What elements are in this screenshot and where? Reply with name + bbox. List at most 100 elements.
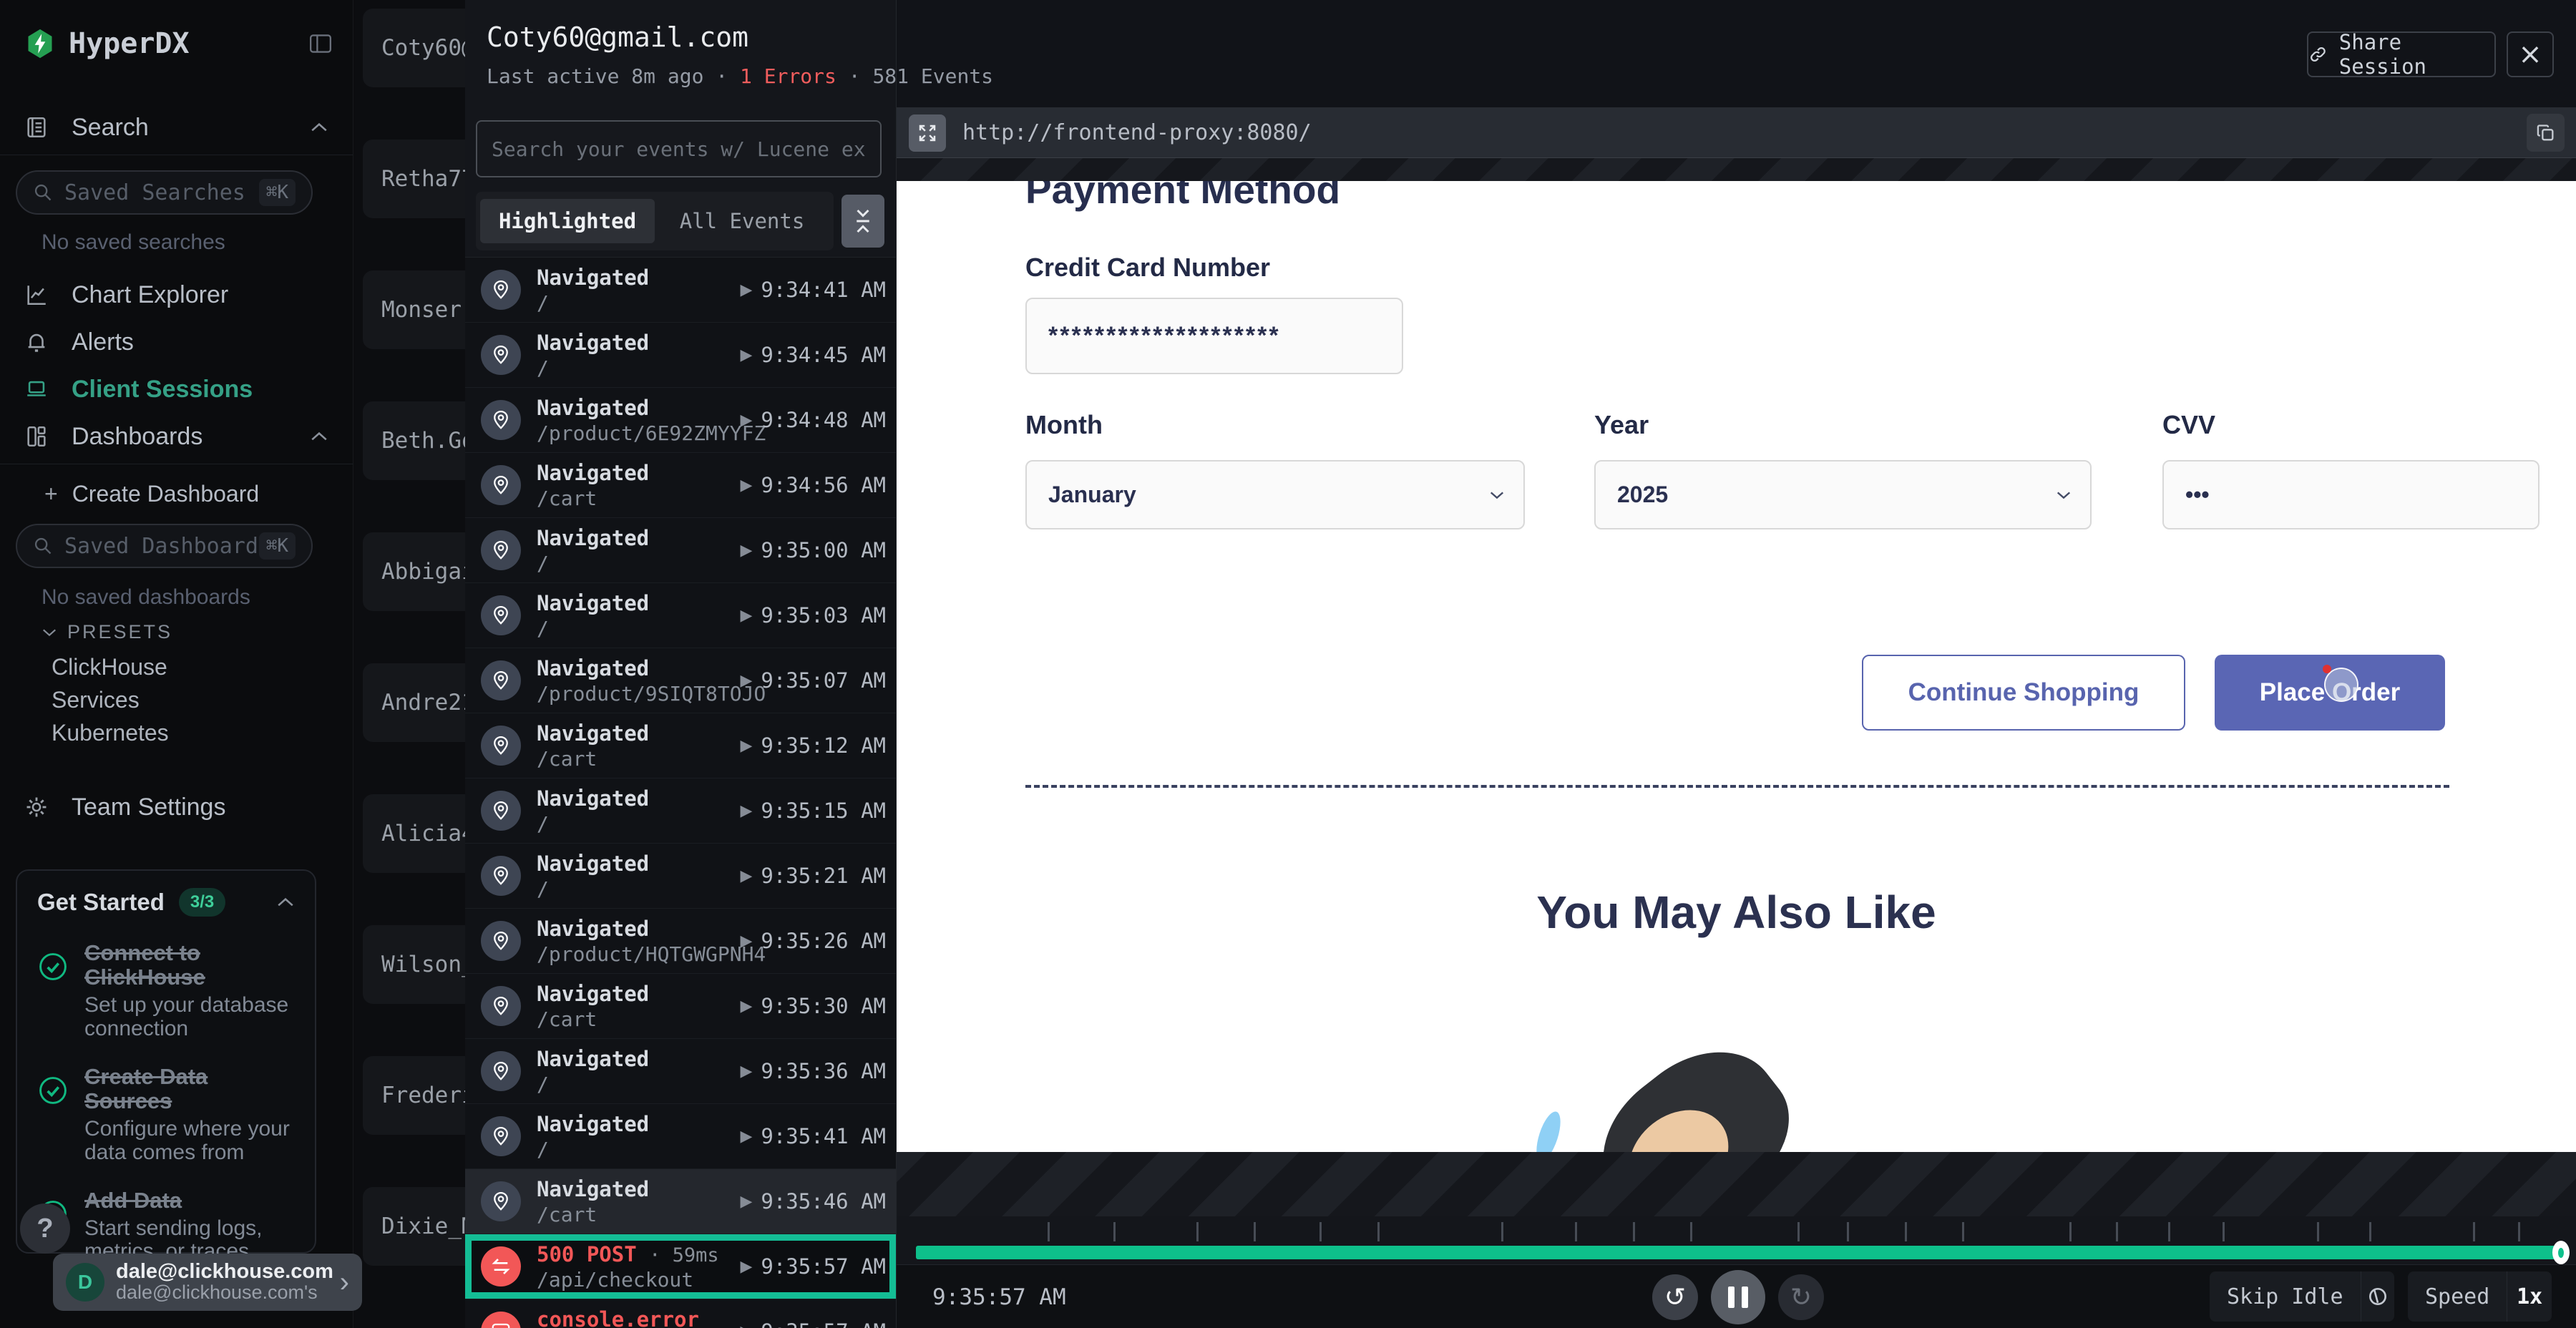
continue-shopping-button[interactable]: Continue Shopping [1862,655,2185,731]
saved-searches-input[interactable] [64,180,259,205]
get-started-step[interactable]: Add DataStart sending logs, metrics, or … [37,1188,295,1264]
replay-mouse-cursor [2324,668,2358,702]
session-card[interactable]: Retha77@ [363,140,465,218]
get-started-card: Get Started 3/3 Connect to ClickHouseSet… [16,869,316,1254]
timeline-tick [1196,1222,1199,1241]
event-row[interactable]: Navigated/▶9:35:21 AM [465,844,896,909]
sidebar-item-search[interactable]: Search [0,107,353,147]
chevron-up-icon[interactable] [276,897,295,908]
event-time[interactable]: ▶9:35:15 AM [740,799,886,823]
event-row[interactable]: 500 POST · 59ms/api/checkout▶9:35:57 AM [465,1234,896,1299]
preset-services[interactable]: Services [52,687,140,713]
event-row[interactable]: Navigated/product/HQTGWGPNH4▶9:35:26 AM [465,909,896,974]
get-started-progress-badge: 3/3 [179,888,225,917]
cc-number-input[interactable]: ******************** [1025,298,1403,374]
events-search[interactable] [476,120,882,177]
avatar: D [66,1263,104,1302]
session-card[interactable]: Beth.Gol [363,401,465,480]
forward-button[interactable]: ↻ [1778,1274,1824,1320]
collapse-events-button[interactable] [841,195,884,248]
session-card[interactable]: Wilson_H [363,925,465,1004]
event-row[interactable]: Navigated/▶9:35:41 AM [465,1104,896,1169]
event-time[interactable]: ▶9:35:41 AM [740,1124,886,1148]
cvv-input[interactable]: ••• [2162,460,2540,529]
close-drawer-button[interactable]: × [2507,31,2554,77]
event-row[interactable]: Navigated/cart▶9:34:56 AM [465,453,896,518]
create-dashboard-button[interactable]: + Create Dashboard [0,474,353,514]
session-card[interactable]: Monserra [363,270,465,349]
get-started-step[interactable]: Connect to ClickHouseSet up your databas… [37,941,295,1040]
play-marker-icon: ▶ [740,932,752,950]
events-header: Coty60@gmail.com Last active 8m ago · 1 … [465,0,896,258]
session-card[interactable]: Dixie_M [363,1187,465,1266]
event-time[interactable]: ▶9:35:00 AM [740,538,886,562]
event-row[interactable]: Navigated/cart▶9:35:30 AM [465,974,896,1039]
event-time[interactable]: ▶9:35:21 AM [740,864,886,888]
event-row[interactable]: Navigated/▶9:35:15 AM [465,778,896,844]
events-search-input[interactable] [492,137,866,161]
share-session-button[interactable]: Share Session [2307,31,2496,77]
rewind-button[interactable]: ↺ [1652,1274,1698,1320]
event-time[interactable]: ▶9:35:26 AM [740,929,886,953]
copy-url-button[interactable] [2527,114,2565,152]
event-time[interactable]: ▶9:35:57 AM [740,1319,886,1328]
event-time[interactable]: ▶9:35:46 AM [740,1189,886,1214]
tab-highlighted[interactable]: Highlighted [480,199,655,243]
event-time[interactable]: ▶9:34:48 AM [740,408,886,432]
sidebar-item-dashboards[interactable]: Dashboards [0,416,353,456]
event-time[interactable]: ▶9:35:57 AM [740,1254,886,1279]
event-row[interactable]: Navigated/▶9:35:36 AM [465,1039,896,1104]
session-card[interactable]: Alicia42 [363,794,465,873]
maximize-replay-button[interactable] [909,114,946,152]
sidebar-item-team-settings[interactable]: Team Settings [0,787,353,827]
event-time[interactable]: ▶9:35:36 AM [740,1059,886,1083]
year-select[interactable]: 2025 [1594,460,2092,529]
event-time[interactable]: ▶9:34:41 AM [740,278,886,302]
timeline-tick [2473,1222,2475,1241]
sidebar-item-alerts[interactable]: Alerts [0,322,353,362]
event-row[interactable]: Navigated/cart▶9:35:46 AM [465,1169,896,1234]
saved-dashboards-search[interactable]: ⌘K [16,524,313,568]
event-time[interactable]: ▶9:35:03 AM [740,603,886,628]
location-pin-icon [481,465,521,505]
user-menu[interactable]: D dale@clickhouse.com dale@clickhouse.co… [53,1254,362,1311]
playhead-knob[interactable] [2552,1241,2570,1264]
event-row[interactable]: console.errorUnexpected token 'I'…▶9:35:… [465,1299,896,1328]
event-time[interactable]: ▶9:35:07 AM [740,668,886,693]
session-card[interactable]: Abbigail [363,532,465,611]
saved-dashboards-input[interactable] [64,534,259,559]
help-button[interactable]: ? [20,1204,70,1254]
event-time[interactable]: ▶9:35:30 AM [740,994,886,1018]
sidebar-item-client-sessions[interactable]: Client Sessions [0,369,353,409]
event-row[interactable]: Navigated/▶9:34:45 AM [465,323,896,388]
event-row[interactable]: Navigated/product/9SIQT8TOJO▶9:35:07 AM [465,648,896,713]
search-icon [33,182,53,202]
event-time[interactable]: ▶9:34:56 AM [740,473,886,497]
event-time[interactable]: ▶9:35:12 AM [740,733,886,758]
no-saved-searches-text: No saved searches [42,230,225,255]
get-started-step[interactable]: Create Data SourcesConfigure where your … [37,1065,295,1164]
event-row[interactable]: Navigated/▶9:35:03 AM [465,583,896,648]
tab-all-events[interactable]: All Events [655,199,829,243]
presets-toggle[interactable]: PRESETS [42,621,172,643]
event-row[interactable]: Navigated/▶9:34:41 AM [465,258,896,323]
sidebar-collapse-icon[interactable] [310,34,331,53]
event-row[interactable]: Navigated/cart▶9:35:12 AM [465,713,896,778]
playback-timeline[interactable] [897,1216,2576,1264]
preset-kubernetes[interactable]: Kubernetes [52,720,169,746]
session-card[interactable]: Andre21@ [363,663,465,742]
event-row[interactable]: Navigated/▶9:35:00 AM [465,518,896,583]
pause-button[interactable] [1711,1270,1765,1324]
session-card[interactable]: Frederic [363,1056,465,1135]
timeline-tick [1633,1222,1635,1241]
session-card[interactable]: Coty60@g [363,9,465,87]
preset-clickhouse[interactable]: ClickHouse [52,654,167,680]
saved-searches-search[interactable]: ⌘K [16,170,313,215]
sidebar-item-chart-explorer[interactable]: Chart Explorer [0,275,353,315]
event-row[interactable]: Navigated/product/6E92ZMYYFZ▶9:34:48 AM [465,388,896,453]
month-select[interactable]: January [1025,460,1525,529]
event-time[interactable]: ▶9:34:45 AM [740,343,886,367]
progress-bar[interactable] [916,1246,2564,1259]
skip-idle-toggle-icon[interactable] [2361,1285,2394,1308]
speed-value-button[interactable]: 1x [2507,1284,2552,1309]
